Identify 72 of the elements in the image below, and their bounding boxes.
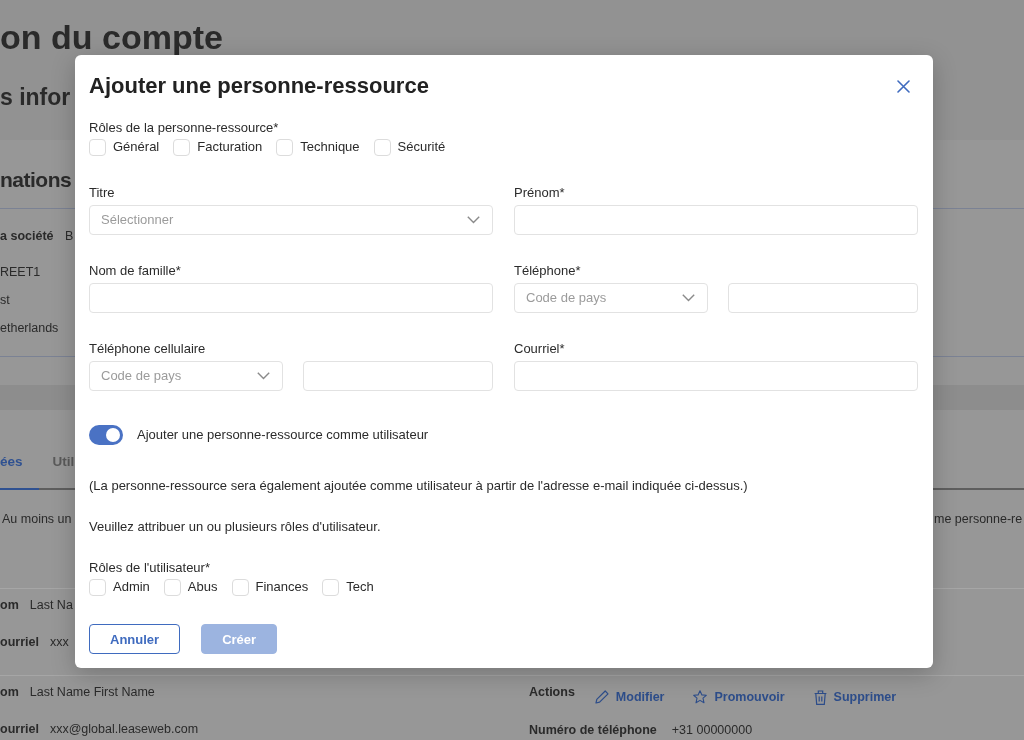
field-label: Courriel*	[514, 341, 565, 357]
checkbox[interactable]	[322, 578, 340, 596]
input-field[interactable]	[89, 283, 493, 313]
checkbox[interactable]	[373, 138, 391, 156]
note-text: (La personne-ressource sera également ajoutée comme utilisateur à partir de l'adresse e-mail indiquée ci-dessus.)	[89, 478, 748, 494]
field-value: Last Na	[29, 597, 73, 614]
action-link[interactable]: Supprimer	[813, 688, 897, 706]
chevron-down-icon	[256, 372, 270, 380]
field-value: +31 00000000	[671, 722, 753, 739]
group-label: Rôles de l'utilisateur*	[89, 560, 210, 576]
input-field[interactable]	[514, 361, 918, 391]
pencil-icon	[594, 690, 609, 704]
close-icon	[897, 79, 910, 93]
instruction-text: Veuillez attribuer un ou plusieurs rôles d'utilisateur.	[89, 519, 381, 535]
field-label: a société	[0, 228, 55, 245]
trash-icon	[813, 689, 827, 705]
checkbox-label: Technique	[300, 139, 360, 155]
field-label: Téléphone cellulaire	[89, 341, 206, 357]
checkbox-label: Général	[113, 139, 160, 155]
field-value: Last Name First Name	[29, 684, 155, 701]
checkbox-label: Abus	[187, 579, 218, 595]
input-field[interactable]	[302, 361, 493, 391]
address-line: st	[0, 292, 10, 309]
notice-text: Au moins un	[2, 511, 72, 528]
field-value: xxx@global.leaseweb.com	[49, 721, 199, 738]
checkbox[interactable]	[163, 578, 181, 596]
select-field[interactable]: Code de pays	[514, 283, 708, 313]
chevron-down-icon	[681, 294, 695, 302]
star-icon	[693, 690, 708, 704]
field-value: xxx	[49, 634, 69, 651]
dialog-title: Ajouter une personne-ressource	[89, 73, 429, 99]
checkbox[interactable]	[276, 138, 294, 156]
checkbox[interactable]	[173, 138, 191, 156]
address-line: REET1	[0, 264, 41, 281]
field-label: om	[0, 597, 19, 614]
tab[interactable]: Util	[52, 453, 75, 490]
notice-text: me personne-re	[934, 511, 1023, 528]
close-button[interactable]	[897, 79, 910, 93]
field-label: ourriel	[0, 721, 39, 738]
chevron-down-icon	[467, 216, 480, 224]
checkbox-label: Facturation	[197, 139, 263, 155]
input-field[interactable]	[514, 205, 918, 235]
checkbox-label: Sécurité	[397, 139, 446, 155]
checkbox[interactable]	[89, 138, 106, 156]
checkbox[interactable]	[231, 578, 249, 596]
page-title: on du compte	[0, 17, 223, 57]
select-field[interactable]: Sélectionner	[89, 205, 493, 235]
action-link[interactable]: Promouvoir	[693, 688, 785, 706]
input-field[interactable]	[727, 283, 918, 313]
field-label: om	[0, 684, 19, 701]
checkbox-label: Admin	[113, 579, 150, 595]
field-label: Téléphone*	[514, 263, 581, 279]
checkbox-label: Tech	[346, 579, 374, 595]
field-label: ourriel	[0, 634, 39, 651]
address-line: etherlands	[0, 320, 59, 337]
action-link[interactable]: Modifier	[594, 688, 665, 706]
group-label: Rôles de la personne-ressource*	[89, 120, 279, 136]
field-value: B	[65, 228, 74, 245]
select-field[interactable]: Code de pays	[89, 361, 283, 391]
field-label: Actions	[529, 684, 575, 701]
toggle-label: Ajouter une personne-ressource comme utilisateur	[137, 427, 429, 443]
field-label: Titre	[89, 185, 115, 201]
field-label: Prénom*	[514, 185, 565, 201]
toggle-switch[interactable]	[89, 425, 123, 445]
section-title: s infor	[0, 83, 71, 111]
tab[interactable]: ées	[0, 453, 39, 490]
section-title: nations	[0, 167, 72, 193]
checkbox-label: Finances	[255, 579, 309, 595]
checkbox[interactable]	[89, 578, 106, 596]
field-label: Numéro de téléphone	[529, 722, 657, 739]
field-label: Nom de famille*	[89, 263, 181, 279]
cancel-button[interactable]: Annuler	[89, 624, 181, 654]
